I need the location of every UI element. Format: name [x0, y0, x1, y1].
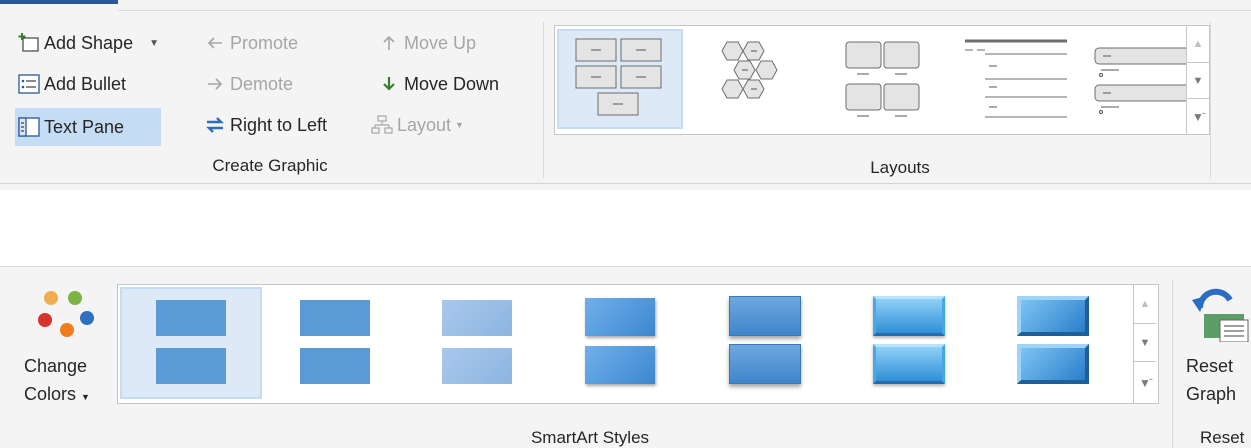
- gallery-scroll-down-button[interactable]: ▼: [1186, 62, 1209, 99]
- ribbon-divider: [0, 266, 1251, 267]
- move-down-button[interactable]: Move Down: [378, 67, 499, 101]
- arrow-left-icon: [204, 32, 226, 54]
- add-shape-dropdown-icon[interactable]: ▼: [149, 38, 159, 49]
- demote-label: Demote: [230, 73, 294, 94]
- text-pane-button[interactable]: Text Pane: [15, 108, 161, 146]
- style-item-white-outline[interactable]: [300, 300, 370, 386]
- demote-button[interactable]: Demote: [204, 67, 293, 101]
- add-shape-label: Add Shape: [44, 32, 134, 53]
- add-bullet-label: Add Bullet: [44, 73, 127, 94]
- style-shape: [729, 296, 801, 336]
- reset-group-label: Reset: [1200, 428, 1245, 447]
- style-shape: [156, 348, 226, 384]
- reset-graphic-button[interactable]: Reset Graph Reset: [1180, 282, 1251, 448]
- ribbon-divider: [0, 183, 1251, 184]
- promote-label: Promote: [230, 32, 299, 53]
- style-shape: [156, 300, 226, 336]
- reset-graphic-label-line2: Graph: [1186, 384, 1237, 404]
- style-shape: [873, 296, 945, 336]
- more-icon: ▼̄: [1139, 375, 1151, 390]
- gallery-more-button[interactable]: ▼̄: [1186, 98, 1209, 134]
- add-bullet-icon: [18, 73, 40, 95]
- right-to-left-button[interactable]: Right to Left: [204, 108, 327, 142]
- chevron-down-icon: ▼: [1192, 75, 1204, 87]
- styles-scroll-down-button[interactable]: ▼: [1133, 323, 1156, 362]
- style-shape: [442, 348, 512, 384]
- group-separator: [543, 22, 544, 178]
- style-item-moderate-effect[interactable]: [585, 298, 655, 386]
- layout-item-basic-block[interactable]: [575, 35, 665, 123]
- layout-button[interactable]: Layout ▼: [371, 108, 464, 142]
- style-shape: [300, 300, 370, 336]
- text-pane-label: Text Pane: [44, 116, 125, 137]
- chevron-up-icon: ▲: [1139, 298, 1151, 310]
- move-down-label: Move Down: [404, 73, 500, 94]
- layout-item-bullet-list[interactable]: [1093, 46, 1201, 116]
- styles-more-button[interactable]: ▼̄: [1133, 361, 1156, 403]
- style-shape: [1017, 296, 1089, 336]
- style-shape: [1017, 344, 1089, 384]
- move-up-label: Move Up: [404, 32, 477, 53]
- more-icon: ▼̄: [1192, 109, 1204, 124]
- layout-item-hexagon-cluster[interactable]: [718, 37, 788, 117]
- add-shape-icon: [18, 32, 40, 54]
- change-colors-label-line1: Change: [24, 356, 88, 376]
- style-item-3d-bevel[interactable]: [1017, 296, 1089, 388]
- gallery-scroll-up-button[interactable]: ▲: [1186, 26, 1209, 62]
- style-item-intense-effect[interactable]: [729, 296, 801, 388]
- layouts-group-label: Layouts: [870, 158, 930, 177]
- change-colors-button[interactable]: Change Colors ▼: [20, 282, 112, 422]
- text-pane-icon: [18, 116, 40, 138]
- style-item-bevel[interactable]: [873, 296, 945, 388]
- layout-item-vertical-list[interactable]: [963, 39, 1069, 121]
- style-item-simple-fill[interactable]: [156, 300, 226, 386]
- chevron-down-icon: ▼: [81, 392, 90, 402]
- add-shape-button[interactable]: Add Shape ▼: [18, 26, 159, 60]
- reset-graphic-icon: [1192, 288, 1249, 342]
- chevron-up-icon: ▲: [1192, 38, 1204, 50]
- style-shape: [585, 346, 655, 384]
- ribbon-divider: [118, 10, 1251, 11]
- active-tab-indicator: [0, 0, 118, 4]
- arrow-down-icon: [378, 73, 400, 95]
- org-chart-icon: [371, 114, 393, 136]
- create-graphic-group-label: Create Graphic: [212, 156, 328, 175]
- group-separator: [1210, 22, 1211, 178]
- style-shape: [873, 344, 945, 384]
- color-dots-icon: [38, 291, 94, 337]
- style-shape: [300, 348, 370, 384]
- right-to-left-label: Right to Left: [230, 114, 328, 135]
- reset-graphic-label-line1: Reset: [1186, 356, 1234, 376]
- smartart-styles-group-label: SmartArt Styles: [530, 428, 650, 447]
- arrow-up-icon: [378, 32, 400, 54]
- layout-dropdown-icon: ▼: [455, 120, 464, 130]
- promote-button[interactable]: Promote: [204, 26, 298, 60]
- layout-label: Layout: [397, 114, 452, 135]
- chevron-down-icon: ▼: [1139, 337, 1151, 349]
- style-item-subtle-effect[interactable]: [442, 300, 512, 386]
- style-shape: [729, 344, 801, 384]
- change-colors-label-line2: Colors: [24, 384, 77, 404]
- swap-arrows-icon: [204, 114, 226, 136]
- style-shape: [442, 300, 512, 336]
- move-up-button[interactable]: Move Up: [378, 26, 476, 60]
- arrow-right-icon: [204, 73, 226, 95]
- layout-item-picture-grid[interactable]: [845, 40, 925, 120]
- group-separator: [1172, 280, 1173, 448]
- styles-scroll-up-button[interactable]: ▲: [1133, 285, 1156, 323]
- style-shape: [585, 298, 655, 336]
- add-bullet-button[interactable]: Add Bullet: [18, 67, 126, 101]
